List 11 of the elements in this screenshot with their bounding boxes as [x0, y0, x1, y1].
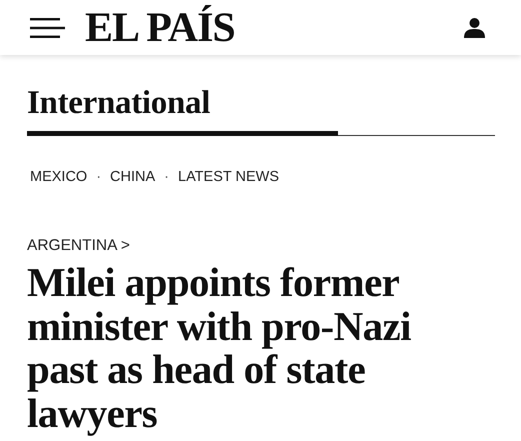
- nav-separator: ·: [163, 169, 170, 185]
- user-icon[interactable]: [464, 18, 485, 38]
- nav-separator: ·: [95, 169, 102, 185]
- nav-link[interactable]: MEXICO: [30, 169, 88, 185]
- menu-icon[interactable]: [30, 18, 65, 38]
- nav-link[interactable]: LATEST NEWS: [178, 169, 279, 185]
- section-title: International: [27, 84, 212, 123]
- nav-link[interactable]: CHINA: [110, 169, 156, 185]
- section-link[interactable]: ARGENTINA >: [27, 237, 130, 255]
- site-logo[interactable]: EL PAÍS: [85, 6, 464, 48]
- article-headline: Milei appoints former minister with pro-Nazi past as head of state lawyers: [27, 261, 412, 435]
